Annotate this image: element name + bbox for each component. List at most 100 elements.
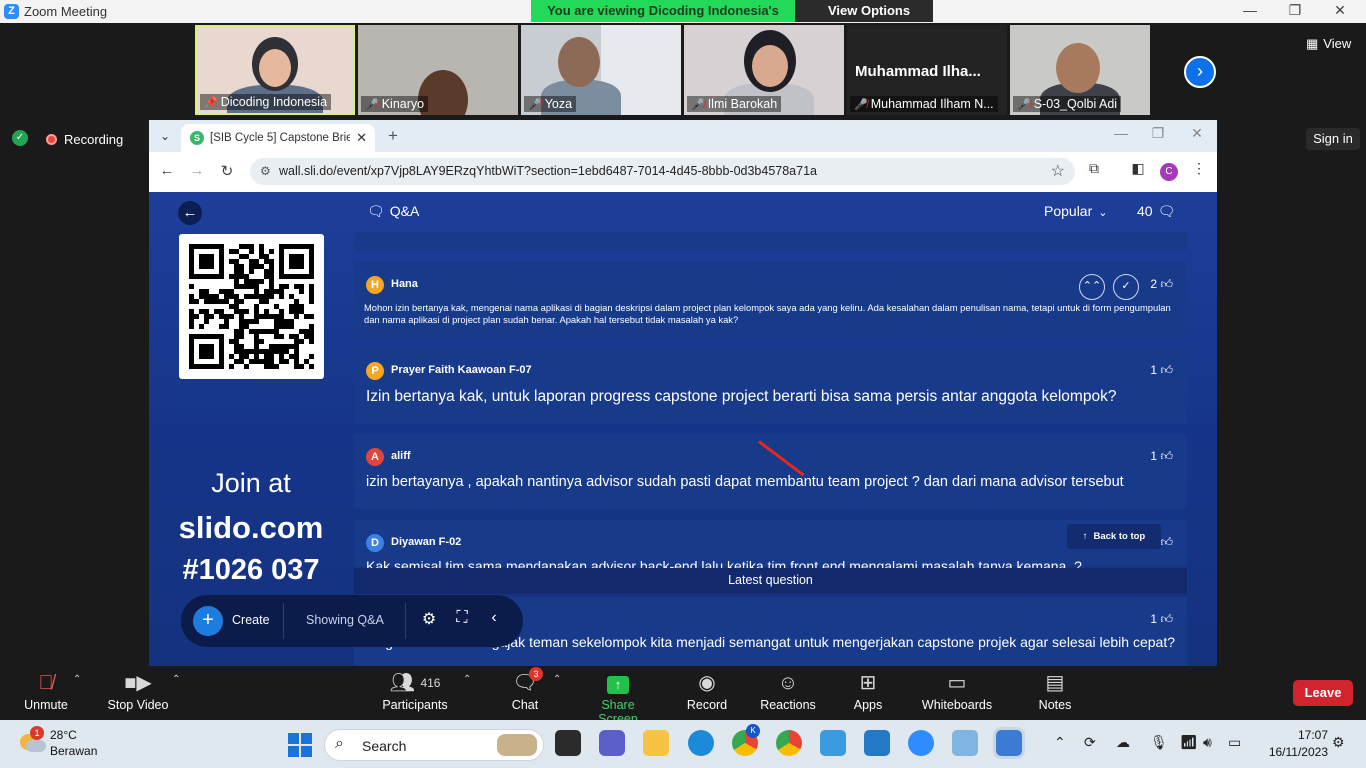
grid-icon: ▦	[1306, 36, 1319, 51]
reload-icon[interactable]: ↻	[217, 162, 237, 180]
browser-restore-icon[interactable]: ❐	[1140, 125, 1176, 142]
participant-tile[interactable]: Muhammad Ilha... 🎤̸ Muhammad Ilham N...	[847, 25, 1007, 115]
browser-close-icon[interactable]: ✕	[1179, 125, 1215, 142]
participant-tile[interactable]: 📌 Dicoding Indonesia	[195, 25, 355, 115]
stop-video-button[interactable]: ■▶ Stop Video	[104, 670, 172, 712]
latest-question-label: Latest question	[354, 568, 1187, 594]
security-shield-icon[interactable]: ✓	[12, 130, 28, 146]
volume-icon[interactable]: 🔊︎	[1203, 734, 1212, 751]
search-icon: ⌕	[335, 735, 344, 752]
view-options-button[interactable]: View Options ▼	[795, 0, 933, 40]
participant-tile[interactable]: 🎤̸ Ilmi Barokah	[684, 25, 844, 115]
app-icon[interactable]	[952, 730, 978, 756]
file-explorer-icon[interactable]	[643, 730, 669, 756]
fullscreen-icon[interactable]: ⛶	[451, 609, 473, 627]
restore-icon[interactable]: ❐	[1275, 2, 1315, 19]
question-card	[354, 232, 1187, 251]
profile-avatar[interactable]: C	[1160, 163, 1178, 181]
tab-close-icon[interactable]: ✕	[356, 130, 367, 146]
whiteboards-button[interactable]: ▭ Whiteboards	[920, 670, 994, 712]
video-camera-icon: ■▶	[124, 672, 152, 694]
leave-button[interactable]: Leave	[1293, 680, 1353, 706]
bookmark-star-icon[interactable]: ☆	[1051, 161, 1065, 181]
sign-in-button[interactable]: Sign in	[1306, 128, 1360, 150]
thumbs-up-icon: 👍︎	[1160, 363, 1173, 377]
microphone-icon[interactable]: 🎙︎	[1150, 734, 1168, 751]
author-avatar: D	[366, 534, 384, 552]
mark-answered-icon[interactable]: ✓	[1113, 274, 1139, 300]
app-icon[interactable]	[820, 730, 846, 756]
collapse-chevron-icon[interactable]: ‹	[483, 609, 505, 627]
side-panel-icon[interactable]: ◧	[1128, 160, 1148, 177]
back-icon[interactable]: ←	[157, 162, 177, 179]
meet-now-icon[interactable]	[599, 730, 625, 756]
participant-tile[interactable]: 🎤̸ Yoza	[521, 25, 681, 115]
forward-icon[interactable]: →	[187, 162, 207, 179]
settings-gear-icon[interactable]: ⚙	[418, 609, 440, 629]
notification-icon[interactable]: ⚙	[1332, 734, 1345, 751]
thumbs-up-icon: 👍︎	[1160, 535, 1173, 549]
weather-description: Berawan	[50, 744, 98, 758]
apps-button[interactable]: ⊞ Apps	[849, 670, 887, 712]
weather-badge: 1	[30, 726, 44, 740]
chat-caret-icon[interactable]: ⌃	[553, 674, 561, 685]
cloud-icon[interactable]: ☁	[1116, 734, 1130, 751]
question-card: D Diyawan F-02 1 👍︎ Kak semisal tim sama…	[354, 520, 1187, 574]
arrow-up-icon: ↑	[1082, 531, 1088, 542]
reactions-button[interactable]: ☺ Reactions	[758, 670, 818, 712]
share-screen-button[interactable]: ↑ Share Screen	[580, 670, 656, 726]
clock-date[interactable]: 16/11/2023	[1248, 745, 1328, 759]
unmute-button[interactable]: 🎙̸ Unmute	[18, 670, 74, 712]
chrome-icon[interactable]: K	[732, 724, 760, 756]
snipping-tool-icon[interactable]	[993, 727, 1025, 759]
highlight-icon[interactable]: ⌃⌃	[1079, 274, 1105, 300]
site-info-icon[interactable]: ⚙	[260, 164, 271, 178]
tab-search-icon[interactable]: ⌄	[155, 126, 175, 146]
next-participants-button[interactable]: ›	[1184, 56, 1216, 88]
view-button[interactable]: ▦ View	[1306, 36, 1351, 52]
back-arrow-icon[interactable]: ←	[178, 201, 202, 225]
windows-start-icon[interactable]	[288, 733, 312, 757]
tray-overflow-icon[interactable]: ⌃	[1054, 734, 1066, 751]
browser-tab[interactable]: S [SIB Cycle 5] Capstone Briefing ✕	[181, 124, 375, 152]
extensions-icon[interactable]: ⧉	[1084, 160, 1104, 177]
battery-icon[interactable]: ▭	[1228, 734, 1241, 751]
chrome-icon[interactable]	[776, 730, 802, 756]
record-button[interactable]: ◉ Record	[684, 670, 730, 712]
sort-dropdown[interactable]: Popular ⌄	[1044, 203, 1107, 219]
clock-time[interactable]: 17:07	[1258, 728, 1328, 742]
showing-label[interactable]: Showing Q&A	[306, 613, 384, 627]
browser-minimize-icon[interactable]: —	[1103, 125, 1139, 141]
mic-muted-icon: 🎤̸	[528, 99, 542, 111]
sync-icon[interactable]: ⟳	[1084, 734, 1096, 751]
event-code: #1026 037	[182, 554, 320, 586]
notes-button[interactable]: ▤ Notes	[1035, 670, 1075, 712]
weather-icon[interactable]: 1	[18, 726, 46, 754]
video-options-caret-icon[interactable]: ⌃	[172, 674, 180, 685]
back-to-top-button[interactable]: ↑ Back to top	[1067, 524, 1161, 549]
slido-favicon-icon: S	[190, 131, 204, 145]
participant-tile[interactable]: 🎤̸ S-03_Qolbi Adi	[1010, 25, 1150, 115]
participants-caret-icon[interactable]: ⌃	[463, 674, 471, 685]
participants-button[interactable]: 👥︎ 416 Participants	[380, 670, 450, 712]
menu-kebab-icon[interactable]: ⋮	[1189, 160, 1209, 177]
mic-muted-icon: 🎤̸	[691, 99, 705, 111]
participant-tile[interactable]: 🎤̸ Kinaryo	[358, 25, 518, 115]
create-label[interactable]: Create	[232, 613, 270, 627]
url-input[interactable]: ⚙ wall.sli.do/event/xp7Vjp8LAY9ERzqYhtbW…	[250, 158, 1075, 185]
new-tab-icon[interactable]: +	[383, 126, 403, 146]
edge-icon[interactable]	[688, 730, 714, 756]
vscode-icon[interactable]	[864, 730, 890, 756]
minimize-icon[interactable]: —	[1230, 2, 1270, 18]
create-button[interactable]: +	[193, 606, 223, 636]
author-avatar: P	[366, 362, 384, 380]
task-view-icon[interactable]	[555, 730, 581, 756]
speech-bubble-icon: 🗨	[367, 203, 385, 219]
audio-options-caret-icon[interactable]: ⌃	[73, 674, 81, 685]
close-icon[interactable]: ✕	[1320, 2, 1360, 19]
chat-button[interactable]: 🗨 3 Chat	[504, 667, 546, 712]
taskbar-search[interactable]: ⌕ Search	[324, 729, 544, 761]
author-avatar: H	[366, 276, 384, 294]
wifi-icon[interactable]: 📶︎	[1180, 734, 1198, 751]
zoom-icon[interactable]	[908, 730, 934, 756]
